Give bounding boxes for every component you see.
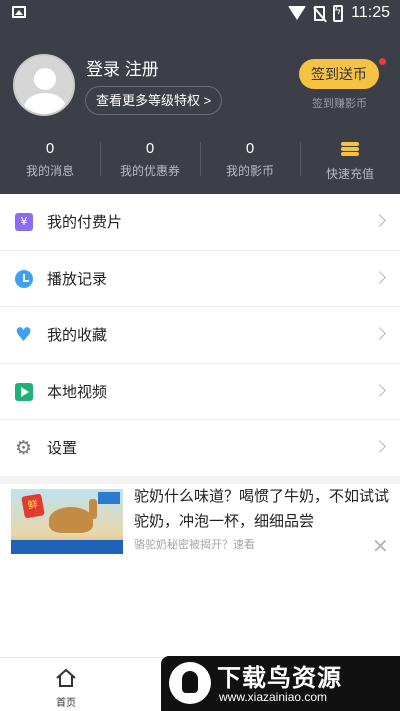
ad-image-strip [11,540,123,554]
camel-shape [49,507,93,533]
status-bar: 11:25 [0,0,400,28]
menu-item-favorites[interactable]: ♥ 我的收藏 [0,307,400,364]
chevron-right-icon [373,440,386,453]
close-icon[interactable]: ✕ [372,536,389,556]
privilege-button[interactable]: 查看更多等级特权 > [85,86,223,115]
gear-icon: ⚙ [15,437,33,459]
ad-image-tag: 鲜 [21,493,45,519]
stat-coupons[interactable]: 0 我的优惠券 [100,138,200,184]
chevron-right-icon [373,327,386,340]
watermark-banner: 下载鸟资源 www.xiazainiao.com [161,656,400,711]
stat-label: 我的消息 [25,164,74,178]
profile-header: 登录 注册 查看更多等级特权 > 签到送币 签到赚影币 0 我的消息 0 我的优… [0,28,400,194]
section-divider [0,476,400,484]
stat-value: 0 [45,140,55,157]
camel-neck-shape [89,499,97,519]
battery-charging-icon [333,4,344,22]
stat-quick-recharge[interactable]: 快速充值 [300,138,400,184]
avatar-head [34,68,56,90]
stats-row: 0 我的消息 0 我的优惠券 0 我的影币 快速充值 [0,138,400,184]
watermark-url: www.xiazainiao.com [219,690,328,704]
status-time: 11:25 [351,4,390,21]
avatar-body [24,93,66,114]
menu-item-paid-videos[interactable]: ¥ 我的付费片 [0,194,400,251]
ad-title[interactable]: 驼奶什么味道？喝惯了牛奶，不如试试驼奶，冲泡一杯，细细品尝 [134,484,392,534]
menu-item-label: 本地视频 [47,383,108,401]
stat-value: 0 [145,140,155,157]
menu-list: ¥ 我的付费片 播放记录 ♥ 我的收藏 本地视频 ⚙ 设置 [0,194,400,477]
avatar[interactable] [13,54,75,116]
yen-icon: ¥ [15,213,33,231]
ad-image[interactable]: 鲜 [11,489,123,554]
ad-subtitle: 骆驼奶秘密被揭开？速看 [134,539,255,551]
play-icon [15,382,33,401]
no-sim-icon [314,5,326,21]
checkin-subtitle: 签到赚影币 [312,98,367,110]
watermark-title: 下载鸟资源 [217,665,342,692]
bird-logo-icon [169,662,211,704]
gallery-icon [12,6,26,18]
home-icon [56,668,76,687]
ad-card[interactable]: 鲜 驼奶什么味道？喝惯了牛奶，不如试试驼奶，冲泡一杯，细细品尝 骆驼奶秘密被揭开… [0,484,400,564]
coins-icon-wrap [300,138,400,163]
stat-messages[interactable]: 0 我的消息 [0,138,100,184]
stat-value: 0 [245,140,255,157]
menu-item-local-videos[interactable]: 本地视频 [0,364,400,420]
menu-item-label: 我的收藏 [47,327,108,344]
ad-logo-icon [98,492,120,504]
menu-item-label: 播放记录 [47,270,108,288]
login-register-link[interactable]: 登录 注册 [86,55,159,80]
chevron-right-icon [373,270,386,284]
menu-item-label: 设置 [47,440,78,457]
tab-home-label: 首页 [56,698,76,709]
coins-icon [341,142,359,156]
stat-label: 我的优惠券 [119,164,180,178]
heart-icon: ♥ [15,324,33,346]
clock-icon [15,269,33,288]
tab-home[interactable]: 首页 [40,658,92,711]
notification-dot [379,58,386,65]
stat-label: 我的影币 [225,164,274,178]
menu-item-play-history[interactable]: 播放记录 [0,251,400,307]
status-icons: 11:25 [288,4,390,22]
stat-label: 快速充值 [325,167,374,181]
menu-item-label: 我的付费片 [47,214,123,231]
checkin-button[interactable]: 签到送币 [299,59,379,89]
wifi-icon [288,6,307,20]
chevron-right-icon [373,214,386,227]
chevron-right-icon [373,383,386,397]
menu-item-settings[interactable]: ⚙ 设置 [0,420,400,477]
stat-coins[interactable]: 0 我的影币 [200,138,300,184]
